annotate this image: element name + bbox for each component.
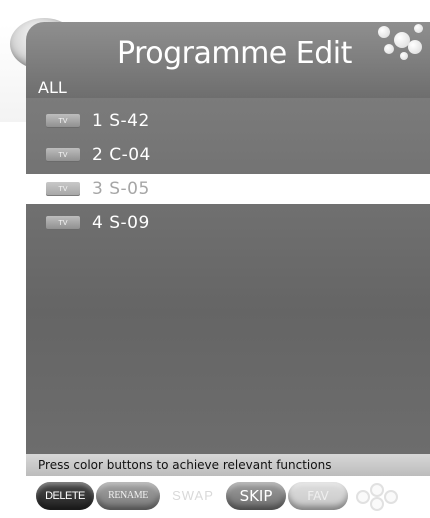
channel-label: 3 S-05 [92, 179, 150, 199]
bubbles-icon [370, 22, 430, 66]
rename-button[interactable]: RENAME [96, 482, 160, 510]
channel-label: 1 S-42 [92, 111, 150, 131]
list-item[interactable]: TV 4 S-09 [26, 208, 430, 238]
color-button-bar: DELETE RENAME SWAP SKIP FAV [0, 476, 430, 518]
fav-button[interactable]: FAV [288, 482, 348, 510]
group-label: ALL [38, 78, 67, 97]
list-item-selected[interactable]: TV 3 S-05 [26, 174, 430, 204]
hint-text: Press color buttons to achieve relevant … [38, 458, 332, 472]
list-item[interactable]: TV 2 C-04 [26, 140, 430, 170]
channel-label: 2 C-04 [92, 145, 151, 165]
hint-bar: Press color buttons to achieve relevant … [26, 454, 430, 476]
swap-button[interactable]: SWAP [162, 482, 224, 510]
tv-badge: TV [46, 148, 80, 162]
tv-badge: TV [46, 114, 80, 128]
list-item[interactable]: TV 1 S-42 [26, 106, 430, 136]
channel-label: 4 S-09 [92, 213, 150, 233]
skip-button[interactable]: SKIP [226, 482, 286, 510]
tv-badge: TV [46, 216, 80, 230]
page-title: Programme Edit [117, 36, 352, 71]
navigation-dots-icon [352, 482, 400, 511]
tv-badge: TV [46, 182, 80, 196]
delete-button[interactable]: DELETE [36, 482, 94, 510]
